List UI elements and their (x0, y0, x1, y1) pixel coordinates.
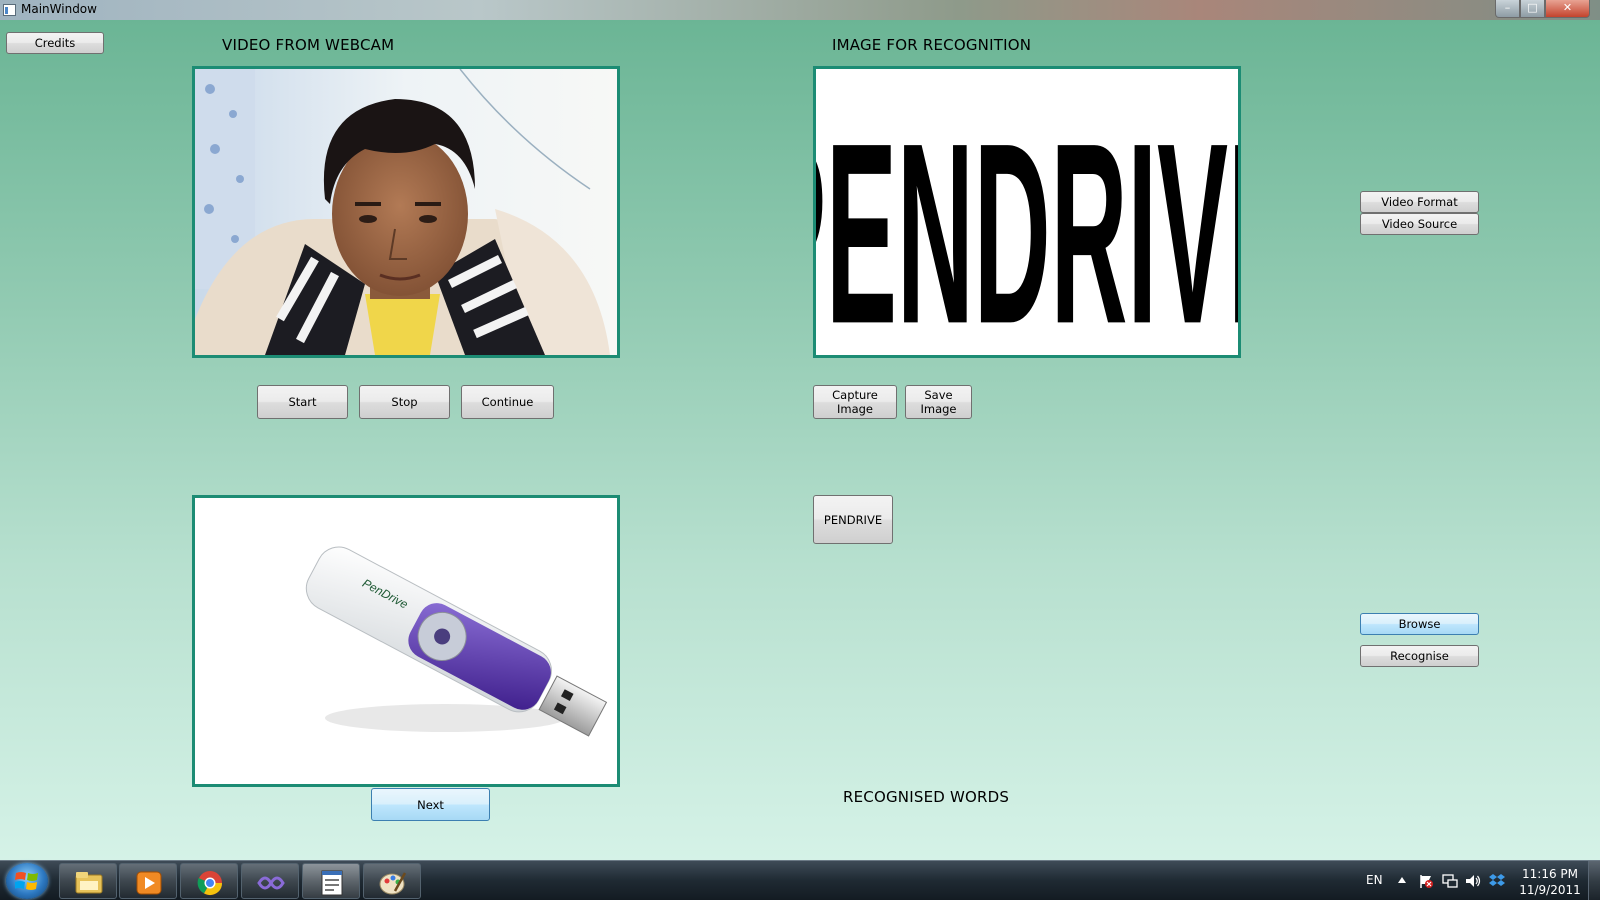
save-image-button[interactable]: Save Image (905, 385, 972, 419)
main-window-content: Credits VIDEO FROM WEBCAM IMAGE FOR RECO… (0, 20, 1600, 860)
media-player-icon (136, 871, 162, 895)
pendrive-product-image: PenDrive (195, 498, 617, 784)
product-image-panel: PenDrive (192, 495, 620, 787)
credits-button[interactable]: Credits (6, 32, 104, 54)
webcam-heading: VIDEO FROM WEBCAM (222, 36, 395, 54)
minimize-button[interactable]: – (1495, 0, 1520, 18)
window-titlebar: MainWindow – □ ✕ (0, 0, 1600, 20)
webcam-video-frame (195, 69, 617, 355)
taskbar-app-mainwindow[interactable] (302, 863, 360, 899)
recognition-image-panel: PENDRIVE (813, 66, 1241, 358)
system-clock[interactable]: 11:16 PM 11/9/2011 (1515, 866, 1585, 898)
taskbar: EN 11:16 PM 11/9/2011 (0, 860, 1600, 900)
recognition-image: PENDRIVE (816, 69, 1238, 355)
paint-icon (379, 872, 407, 895)
clock-time: 11:16 PM (1522, 867, 1578, 881)
continue-button[interactable]: Continue (461, 385, 554, 419)
windows-explorer-icon (75, 872, 103, 894)
recognised-words-heading: RECOGNISED WORDS (843, 788, 1010, 806)
start-button[interactable]: Start (257, 385, 348, 419)
taskbar-app-visual-studio[interactable] (241, 863, 299, 899)
show-hidden-icons-icon[interactable] (1398, 877, 1406, 883)
taskbar-app-paint[interactable] (363, 863, 421, 899)
dropbox-icon[interactable] (1489, 873, 1505, 889)
next-button[interactable]: Next (371, 788, 490, 821)
network-icon[interactable] (1442, 873, 1458, 889)
recognition-image-text: PENDRIVE (816, 90, 1238, 355)
recognition-heading: IMAGE FOR RECOGNITION (832, 36, 1032, 54)
close-button[interactable]: ✕ (1545, 0, 1590, 18)
taskbar-app-windows-explorer[interactable] (59, 863, 117, 899)
capture-image-button[interactable]: Capture Image (813, 385, 897, 419)
maximize-button[interactable]: □ (1520, 0, 1545, 18)
volume-icon[interactable] (1465, 873, 1481, 889)
video-source-button[interactable]: Video Source (1360, 213, 1479, 235)
action-center-flag-icon[interactable] (1418, 873, 1434, 889)
taskbar-app-chrome[interactable] (180, 863, 238, 899)
webcam-video-panel (192, 66, 620, 358)
taskbar-app-media-player[interactable] (119, 863, 177, 899)
clock-date: 11/9/2011 (1519, 883, 1581, 897)
visual-studio-icon (257, 876, 285, 890)
language-indicator[interactable]: EN (1366, 873, 1383, 900)
recognise-button[interactable]: Recognise (1360, 645, 1479, 667)
windows-logo-icon (15, 872, 38, 890)
chrome-icon (197, 871, 222, 896)
application-window-icon (321, 870, 343, 896)
window-title: MainWindow (21, 2, 97, 16)
show-desktop-button[interactable] (1588, 861, 1600, 900)
app-window-icon (3, 4, 16, 16)
recognised-word-button[interactable]: PENDRIVE (813, 495, 893, 544)
video-format-button[interactable]: Video Format (1360, 191, 1479, 213)
stop-button[interactable]: Stop (359, 385, 450, 419)
start-button[interactable] (6, 863, 48, 899)
browse-button[interactable]: Browse (1360, 613, 1479, 635)
